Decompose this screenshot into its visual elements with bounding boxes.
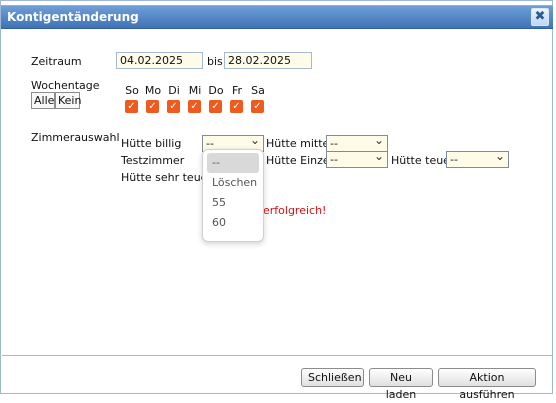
footer-divider [2, 355, 553, 356]
checkbox-fr[interactable]: ✓ [230, 100, 243, 113]
checkbox-mo[interactable]: ✓ [146, 100, 159, 113]
room-label-testzimmer: Testzimmer [121, 154, 185, 167]
select-no-days-button[interactable]: Kein [55, 92, 81, 109]
reload-button[interactable]: Neu laden [369, 368, 433, 401]
room-label-huette-teuer: Hütte teuer [391, 154, 455, 167]
room-label-huette-billig: Hütte billig [121, 137, 182, 150]
zimmerauswahl-label: Zimmerauswahl [31, 131, 120, 144]
room-label-huette-mittel: Hütte mittel [266, 137, 333, 150]
room-label-huette-sehr-teuer: Hütte sehr teuer [121, 171, 212, 184]
day-label-fr: Fr [231, 84, 243, 97]
wochentage-label: Wochentage [31, 79, 100, 92]
dialog-title: Kontigentänderung [7, 10, 139, 24]
execute-action-button[interactable]: Aktion ausführen [438, 368, 536, 401]
zeitraum-label: Zeitraum [31, 55, 82, 68]
day-label-mi: Mi [188, 84, 202, 97]
select-all-days-button[interactable]: Alle [31, 92, 55, 109]
dialog-titlebar[interactable]: Kontigentänderung ✖ [1, 5, 553, 29]
checkbox-di[interactable]: ✓ [167, 100, 180, 113]
success-message: erfolgreich! [263, 204, 327, 217]
bis-label: bis [207, 55, 223, 68]
room-options-dropdown[interactable]: -- Löschen 55 60 [202, 149, 264, 242]
dropdown-option-loeschen[interactable]: Löschen [207, 173, 259, 193]
room-select-huette-teuer[interactable]: -- [446, 150, 509, 168]
dropdown-option-empty[interactable]: -- [207, 153, 259, 173]
day-label-mo: Mo [144, 84, 162, 97]
day-label-do: Do [208, 84, 224, 97]
checkbox-do[interactable]: ✓ [209, 100, 222, 113]
dialog-window: Kontigentänderung ✖ Zeitraum bis Wochent… [0, 0, 553, 401]
day-label-sa: Sa [251, 84, 265, 97]
dropdown-option-55[interactable]: 55 [207, 193, 259, 213]
room-select-huette-einzel[interactable]: -- [326, 150, 388, 168]
checkbox-mi[interactable]: ✓ [188, 100, 201, 113]
close-button[interactable]: Schließen [301, 368, 364, 387]
room-label-huette-einzel: Hütte Einzel [266, 154, 333, 167]
day-label-so: So [125, 84, 139, 97]
close-icon[interactable]: ✖ [531, 8, 549, 26]
from-date-input[interactable] [116, 52, 203, 69]
checkbox-sa[interactable]: ✓ [251, 100, 264, 113]
dropdown-option-60[interactable]: 60 [207, 213, 259, 233]
checkbox-so[interactable]: ✓ [125, 100, 138, 113]
day-label-di: Di [168, 84, 180, 97]
to-date-input[interactable] [224, 52, 312, 69]
